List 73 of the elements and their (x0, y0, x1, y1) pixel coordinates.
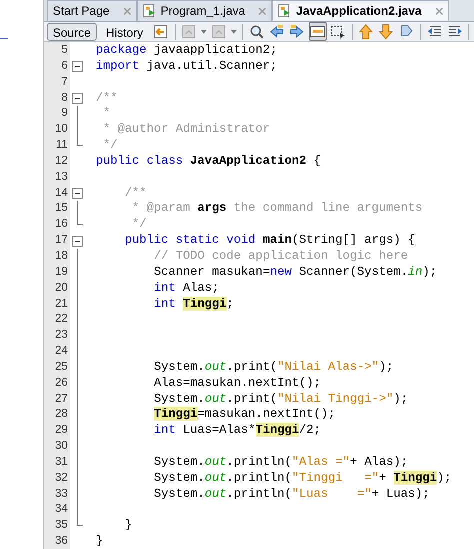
dropdown-caret-icon[interactable] (230, 30, 237, 34)
code-line: System.out.println("Alas ="+ Alas); (154, 454, 408, 471)
collapse-icon[interactable] (72, 92, 83, 104)
code-line: public static void main(String[] args) { (125, 233, 416, 249)
line-number: 21 (55, 296, 68, 312)
line-number: 17 (55, 233, 68, 248)
line-number: 36 (55, 534, 68, 549)
code-line: */ (102, 138, 118, 154)
line-number: 8 (62, 90, 68, 106)
line-number: 16 (55, 217, 68, 232)
code-line: */ (131, 217, 147, 234)
code-line: /** (96, 90, 118, 106)
code-line: System.out.println("Tinggi ="+ Tinggi); (154, 470, 452, 487)
line-number: 24 (55, 344, 68, 360)
code-line: System.out.print("Nilai Alas->"); (154, 360, 394, 376)
editor-tab[interactable]: JavaApplication2.java (272, 0, 449, 21)
line-number: 20 (55, 280, 68, 296)
code-line: package javaapplication2; (96, 43, 278, 59)
code-line: /** (125, 186, 147, 202)
line-number: 23 (55, 328, 68, 344)
code-line: * (102, 106, 111, 122)
collapse-icon[interactable] (72, 188, 83, 200)
dropdown-caret-icon[interactable] (200, 30, 207, 34)
line-number: 18 (55, 248, 68, 264)
code-line: * @param args the command line arguments (131, 201, 423, 218)
code-line: // TODO code application logic here (154, 248, 408, 265)
line-number: 11 (56, 138, 68, 154)
tab-label: Program_1.java (160, 3, 246, 20)
line-number: 25 (55, 360, 68, 375)
line-number: 26 (55, 376, 68, 391)
tab-label: Start Page (53, 3, 110, 20)
code-line: int Alas; (154, 280, 220, 296)
line-number: 6 (62, 58, 68, 74)
line-number: 19 (55, 264, 68, 280)
line-number: 32 (55, 470, 68, 486)
line-number: 13 (55, 170, 68, 185)
code-line: } (125, 518, 132, 534)
line-number: 29 (55, 423, 68, 438)
collapse-icon[interactable] (72, 236, 83, 247)
line-number: 14 (55, 186, 68, 201)
code-line: Scanner masukan=new Scanner(System.in); (154, 264, 438, 281)
line-number: 22 (55, 312, 68, 328)
code-line: System.out.println("Luas ="+ Luas); (154, 486, 430, 502)
view-toggle-button[interactable]: Source (47, 22, 98, 40)
code-line: import java.util.Scanner; (96, 58, 278, 75)
code-line: * @author Administrator (102, 122, 270, 138)
line-number: 9 (62, 106, 68, 122)
code-line: int Luas=Alas*Tinggi/2; (154, 423, 322, 440)
line-number: 30 (55, 439, 68, 454)
line-number: 35 (55, 518, 68, 534)
line-number: 33 (55, 486, 68, 502)
line-number: 7 (62, 74, 68, 90)
close-icon[interactable] (436, 8, 443, 14)
line-number: 15 (55, 201, 68, 216)
line-number: 31 (55, 454, 68, 470)
line-number: 27 (55, 392, 68, 407)
code-line: } (96, 534, 104, 549)
tab-label: JavaApplication2.java (296, 3, 422, 20)
code-line: Alas=masukan.nextInt(); (154, 376, 321, 392)
line-number: 28 (55, 407, 68, 422)
code-line: Tinggi=masukan.nextInt(); (154, 407, 336, 424)
line-number: 12 (55, 154, 68, 169)
view-toggle-button[interactable]: History (100, 22, 150, 40)
line-number: 34 (55, 502, 68, 518)
cursor-line (0, 38, 8, 39)
line-number: 5 (62, 43, 68, 58)
editor-tab[interactable]: Start Page (47, 0, 137, 21)
line-number: 10 (55, 122, 68, 138)
code-line: int Tinggi; (154, 296, 234, 312)
code-line: System.out.print("Nilai Tinggi->"); (154, 392, 408, 408)
code-line: public class JavaApplication2 { (96, 154, 321, 170)
collapse-icon[interactable] (72, 61, 83, 72)
editor-tab[interactable]: Program_1.java (136, 0, 272, 21)
